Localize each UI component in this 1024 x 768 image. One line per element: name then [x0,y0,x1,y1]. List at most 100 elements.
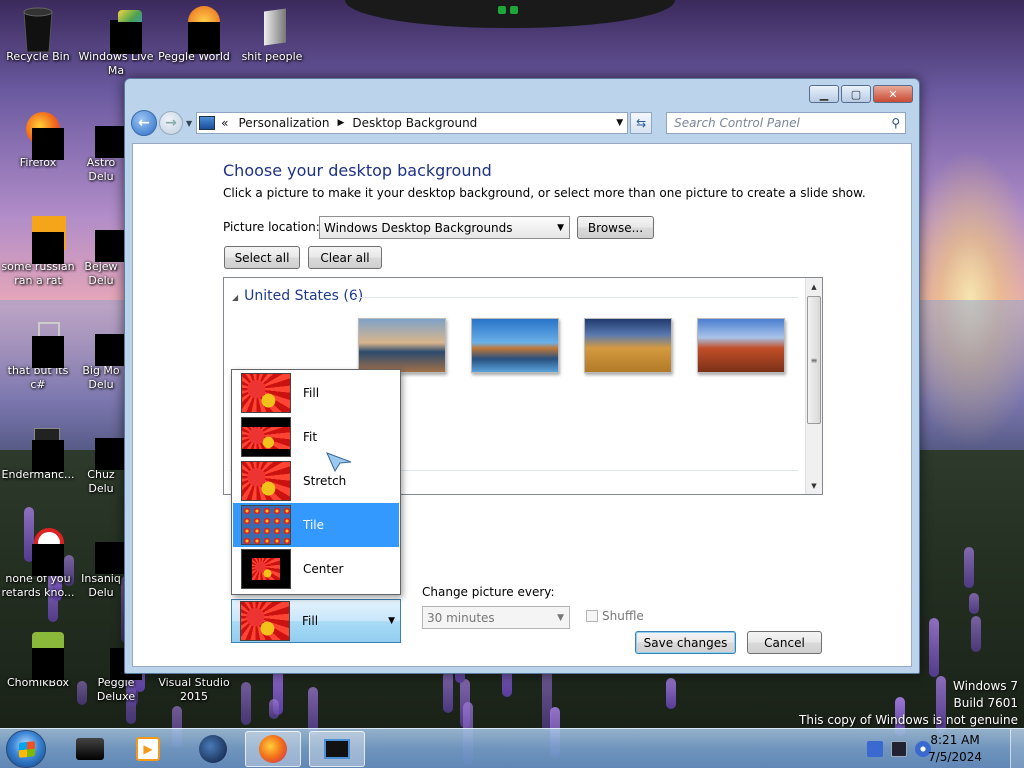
shuffle-checkbox[interactable]: Shuffle [586,609,644,623]
chevron-down-icon: ▼ [557,612,564,623]
wallpaper-thumbnail[interactable] [584,318,672,373]
gadget-light [498,6,506,14]
position-option-fill[interactable]: Fill [233,371,399,415]
taskbar: ▶ 8:21 AM 7/5/2024 [0,728,1024,768]
option-label: Stretch [303,474,347,488]
picture-location-label: Picture location: [223,220,320,234]
breadcrumb-item-personalization[interactable]: Personalization [239,116,330,130]
breadcrumb-item-desktop-background[interactable]: Desktop Background [352,116,477,130]
app-icon [18,528,64,576]
desktop-icon-folder[interactable]: shit people [234,6,310,64]
option-label: Tile [303,518,325,532]
taskbar-app-terminal[interactable] [62,731,118,767]
fill-preview-icon [241,373,291,413]
search-input[interactable]: Search Control Panel ⚲ [666,112,907,134]
taskbar-app-firefox[interactable] [245,731,301,767]
flower-decoration [443,671,453,713]
desktop-icon-russian-rat[interactable]: some russian ran a rat [0,216,76,288]
system-clock[interactable]: 8:21 AM 7/5/2024 [928,732,982,766]
breadcrumb[interactable]: « Personalization ▶ Desktop Background ▼ [196,112,629,134]
scroll-down-icon[interactable]: ▼ [806,477,822,494]
app-icon [18,320,64,368]
picture-position-select[interactable]: Fill ▼ [231,599,401,643]
media-player-icon: ▶ [136,737,160,761]
picture-position-value: Fill [302,614,319,628]
desktop-icon-visual-studio[interactable]: Visual Studio 2015 [156,676,232,704]
gallery-scrollbar[interactable]: ▲ ≡ ▼ [805,278,822,494]
scroll-up-icon[interactable]: ▲ [806,278,822,295]
desktop-icon-windows-live[interactable]: Windows Live Ma [78,6,154,78]
breadcrumb-overflow[interactable]: « [221,116,228,130]
breadcrumb-separator-icon[interactable]: ▶ [337,118,344,128]
select-all-button[interactable]: Select all [224,246,300,269]
app-icon [18,424,64,472]
taskbar-app-globe[interactable] [185,731,241,767]
change-picture-select[interactable]: 30 minutes ▼ [422,606,570,629]
stretch-preview-icon [241,461,291,501]
clock-time: 8:21 AM [930,733,980,747]
tray-app-icon[interactable] [867,741,883,757]
wallpaper-thumbnail[interactable] [471,318,559,373]
desktop-icon-none-of-you[interactable]: none of you retards kno... [0,528,76,600]
start-button[interactable] [6,730,46,768]
group-label: United States (6) [244,288,364,304]
maximize-button[interactable]: ▢ [841,85,871,103]
desktop-icon-chomikbox[interactable]: ChomikBox [0,632,76,690]
picture-location-value: Windows Desktop Backgrounds [324,220,513,235]
windows-logo-icon [19,741,35,758]
network-icon[interactable] [891,741,907,757]
firefox-icon [259,735,287,763]
picture-location-select[interactable]: Windows Desktop Backgrounds ▼ [319,216,570,239]
option-label: Fit [303,430,318,444]
top-gadget [345,0,675,28]
app-icon [18,632,64,680]
chevron-down-icon: ▼ [557,222,564,233]
taskbar-app-media[interactable]: ▶ [120,731,176,767]
address-bar: ← → ▼ « Personalization ▶ Desktop Backgr… [131,109,915,137]
fill-preview-icon [240,601,290,641]
close-button[interactable]: ✕ [873,85,913,103]
content-pane: Choose your desktop background Click a p… [132,143,912,667]
terminal-icon [76,738,104,760]
position-option-fit[interactable]: Fit [233,415,399,459]
address-dropdown-icon[interactable]: ▼ [616,118,623,128]
scroll-thumb[interactable]: ≡ [807,296,821,424]
desktop-icon-big-money[interactable]: Big Mo Delu [78,320,124,392]
wallpaper-thumbnail[interactable] [358,318,446,373]
desktop-icon-recycle-bin[interactable]: Recycle Bin [0,6,76,64]
back-button[interactable]: ← [131,110,157,136]
clear-all-button[interactable]: Clear all [308,246,382,269]
desktop-icon-c-sharp[interactable]: that but its c# [0,320,76,392]
flower-decoration [269,699,279,719]
desktop-icon-insaniquarium[interactable]: Insaniq Delu [78,528,124,600]
show-desktop-button[interactable] [1010,729,1024,768]
recent-pages-dropdown[interactable]: ▼ [186,119,192,128]
browse-button[interactable]: Browse... [577,216,654,239]
position-option-tile[interactable]: Tile [233,503,399,547]
desktop-icon-peggle-world[interactable]: Peggle World [156,6,232,64]
taskbar-app-control-panel[interactable] [309,731,365,767]
globe-icon [199,735,227,763]
desktop-icon-bejeweled[interactable]: Bejew Delu [78,216,124,288]
search-icon[interactable]: ⚲ [891,116,900,130]
app-icon [96,6,142,54]
minimize-button[interactable]: ▁ [809,85,839,103]
change-picture-label: Change picture every: [422,585,555,599]
refresh-button[interactable]: ⇆ [630,112,653,134]
wallpaper-thumbnail[interactable] [697,318,785,373]
cancel-button[interactable]: Cancel [747,631,822,654]
position-option-stretch[interactable]: Stretch [233,459,399,503]
watermark-line: Windows 7 [952,679,1018,693]
desktop-icon-astro[interactable]: Astro Delu [78,112,124,184]
app-icon [81,216,124,262]
option-label: Center [303,562,344,576]
desktop-icon-chuzzle[interactable]: Chuz Delu [78,424,124,496]
shuffle-label: Shuffle [602,609,644,623]
desktop-icon-firefox[interactable]: Firefox [0,112,76,170]
position-option-center[interactable]: Center [233,547,399,591]
group-header[interactable]: ◢ United States (6) [232,288,363,304]
desktop-icon-endermanch[interactable]: Endermanc... [0,424,76,482]
forward-button[interactable]: → [159,111,183,135]
app-icon [81,320,124,366]
save-changes-button[interactable]: Save changes [635,631,736,654]
